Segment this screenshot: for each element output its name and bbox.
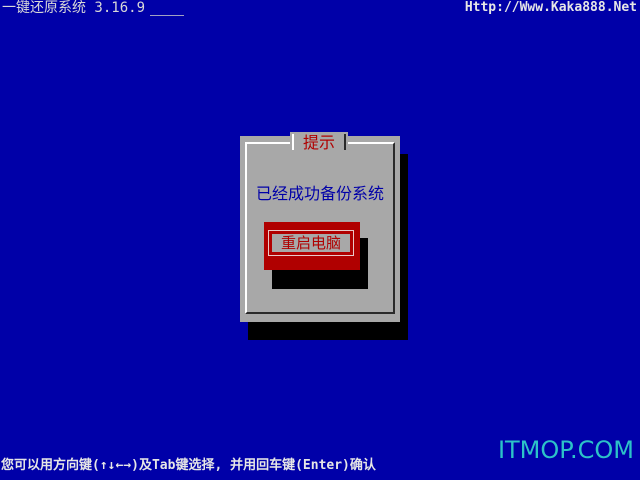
dialog-message: 已经成功备份系统: [255, 184, 384, 203]
dialog-title: 提示: [302, 133, 335, 152]
dialog-title-box: 提示: [290, 132, 348, 154]
restart-button-label: 重启电脑: [280, 234, 341, 252]
watermark: ITMOP.COM: [497, 436, 634, 464]
button-face: 重启电脑: [272, 234, 350, 252]
restart-button[interactable]: 重启电脑: [264, 222, 360, 270]
status-bar: 您可以用方向键(↑↓←→)及Tab键选择, 并用回车键(Enter)确认 ITM…: [0, 436, 640, 480]
website-url: Http://Www.Kaka888.Net: [464, 0, 637, 15]
title-underline: [150, 15, 184, 16]
keyboard-hint: 您可以用方向键(↑↓←→)及Tab键选择, 并用回车键(Enter)确认: [1, 458, 376, 473]
app-title: 一键还原系统 3.16.9: [2, 0, 146, 16]
top-bar: 一键还原系统 3.16.9 Http://Www.Kaka888.Net: [0, 0, 640, 18]
